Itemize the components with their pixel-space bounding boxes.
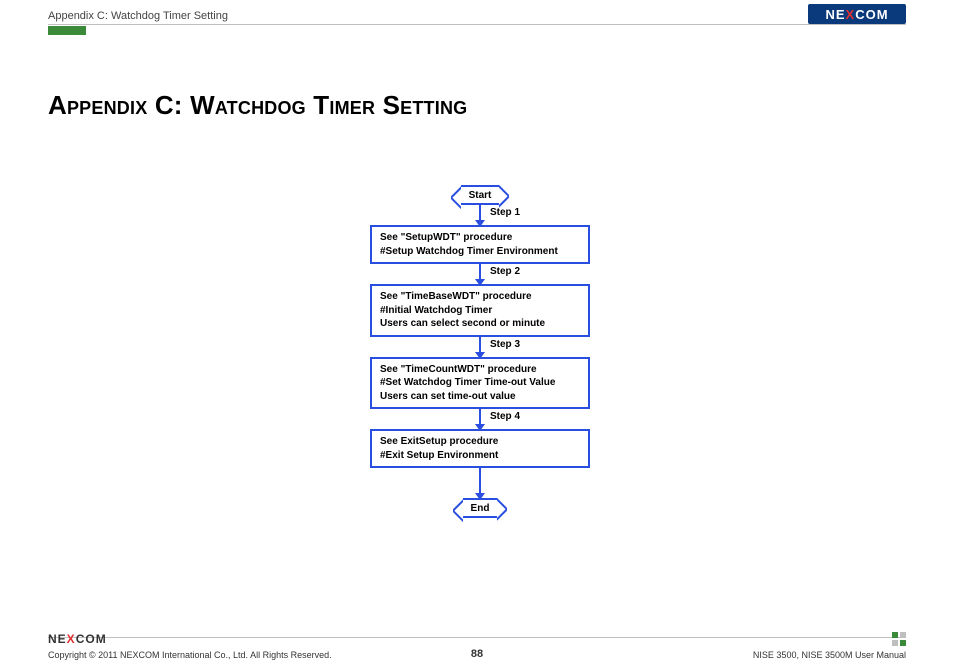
- logo-part-x: X: [846, 7, 856, 22]
- flow-step-3-row: Step 3: [350, 337, 610, 353]
- flow-arrow-icon: [479, 337, 481, 353]
- flow-step-3-label: Step 3: [490, 339, 520, 350]
- flow-arrow-icon: [479, 409, 481, 425]
- footer-logo: NEXCOM: [48, 632, 107, 646]
- flow-box-4: See ExitSetup procedure #Exit Setup Envi…: [370, 429, 590, 468]
- flow-box-2-line-3: Users can select second or minute: [380, 317, 580, 331]
- footer-rule: [48, 637, 906, 638]
- footer-copyright: Copyright © 2011 NEXCOM International Co…: [48, 650, 332, 660]
- footer-logo-post: COM: [76, 632, 107, 646]
- footer: NEXCOM Copyright © 2011 NEXCOM Internati…: [48, 640, 906, 660]
- flow-step-2-row: Step 2: [350, 264, 610, 280]
- logo-part-pre: NE: [825, 7, 845, 22]
- logo-part-post: COM: [855, 7, 888, 22]
- flow-box-3-line-2: #Set Watchdog Timer Time-out Value: [380, 376, 580, 390]
- page: Appendix C: Watchdog Timer Setting NEXCO…: [0, 0, 954, 672]
- flow-box-4-line-2: #Exit Setup Environment: [380, 449, 580, 463]
- flow-end-label: End: [471, 503, 490, 514]
- hex-cap-left-icon: [453, 498, 463, 522]
- flow-box-1: See "SetupWDT" procedure #Setup Watchdog…: [370, 225, 590, 264]
- flow-box-2-line-2: #Initial Watchdog Timer: [380, 304, 580, 318]
- flow-box-1-line-1: See "SetupWDT" procedure: [380, 231, 580, 245]
- header-rule: [48, 24, 906, 25]
- flow-box-3-line-3: Users can set time-out value: [380, 390, 580, 404]
- hex-cap-right-icon: [497, 498, 507, 522]
- flow-step-4-row: Step 4: [350, 409, 610, 425]
- flow-box-3-line-1: See "TimeCountWDT" procedure: [380, 363, 580, 377]
- footer-logo-x: X: [67, 632, 76, 646]
- page-title: Appendix C: Watchdog Timer Setting: [48, 90, 467, 121]
- brand-logo-text: NEXCOM: [825, 7, 888, 22]
- flow-box-3: See "TimeCountWDT" procedure #Set Watchd…: [370, 357, 590, 410]
- flow-box-1-line-2: #Setup Watchdog Timer Environment: [380, 245, 580, 259]
- footer-mark-icon: [892, 632, 906, 646]
- footer-manual-name: NISE 3500, NISE 3500M User Manual: [753, 650, 906, 660]
- footer-page-number: 88: [471, 648, 483, 660]
- flow-box-4-line-1: See ExitSetup procedure: [380, 435, 580, 449]
- flow-step-1-row: Step 1: [350, 205, 610, 221]
- flow-start-label: Start: [469, 190, 492, 201]
- flow-end-terminator: End: [463, 498, 498, 518]
- flow-box-2: See "TimeBaseWDT" procedure #Initial Wat…: [370, 284, 590, 337]
- flow-step-2-label: Step 2: [490, 266, 520, 277]
- flow-start-terminator: Start: [461, 185, 500, 205]
- flow-box-2-line-1: See "TimeBaseWDT" procedure: [380, 290, 580, 304]
- header-breadcrumb: Appendix C: Watchdog Timer Setting: [48, 10, 906, 22]
- footer-logo-pre: NE: [48, 632, 67, 646]
- brand-logo: NEXCOM: [808, 4, 906, 24]
- flow-step-4-label: Step 4: [490, 411, 520, 422]
- header-green-tab: [48, 26, 86, 35]
- flow-final-arrow-row: [350, 468, 610, 494]
- flow-arrow-icon: [479, 205, 481, 221]
- flow-step-1-label: Step 1: [490, 207, 520, 218]
- flow-arrow-icon: [479, 264, 481, 280]
- flow-arrow-icon: [479, 468, 481, 494]
- flowchart: Start Step 1 See "SetupWDT" procedure #S…: [350, 185, 610, 518]
